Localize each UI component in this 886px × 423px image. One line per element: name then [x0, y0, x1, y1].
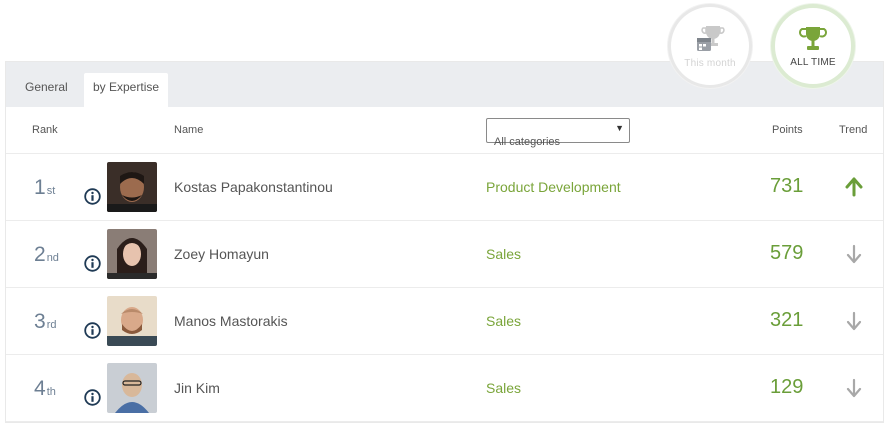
trophy-calendar-icon — [697, 25, 725, 51]
arrow-up-icon — [845, 177, 863, 197]
category-select-value: All categories — [494, 136, 561, 148]
user-category: Product Development — [486, 179, 621, 195]
info-icon[interactable] — [84, 188, 101, 205]
arrow-down-icon — [846, 311, 862, 331]
arrow-down-icon — [846, 244, 862, 264]
table-row: 4th Jin Kim Sales 129 — [6, 355, 883, 422]
rank-value: 1st — [34, 176, 56, 199]
info-icon[interactable] — [84, 255, 101, 272]
this-month-label: This month — [684, 57, 736, 69]
all-time-button[interactable]: ALL TIME — [771, 4, 855, 88]
points-value: 579 — [770, 242, 804, 264]
user-name[interactable]: Manos Mastorakis — [174, 313, 288, 329]
tab-bar: General by Expertise — [6, 62, 883, 107]
rank-column-header: Rank — [32, 124, 58, 136]
trophy-icon — [799, 26, 827, 50]
user-name[interactable]: Zoey Homayun — [174, 246, 269, 262]
table-row: 1st Kostas Papakonstantinou Product Deve… — [6, 154, 883, 221]
user-name[interactable]: Kostas Papakonstantinou — [174, 179, 333, 195]
rank-value: 3rd — [34, 310, 57, 333]
category-select[interactable]: All categories ▼ — [486, 118, 630, 148]
all-time-label: ALL TIME — [790, 56, 836, 68]
points-value: 321 — [770, 309, 804, 331]
user-category: Sales — [486, 246, 522, 262]
user-category: Sales — [486, 380, 522, 396]
leaderboard-panel: General by Expertise Rank Name All categ… — [5, 61, 884, 423]
points-column-header: Points — [772, 124, 803, 136]
points-value: 731 — [770, 175, 804, 197]
rank-value: 2nd — [34, 243, 59, 266]
table-row: 2nd Zoey Homayun Sales 579 — [6, 221, 883, 288]
info-icon[interactable] — [84, 389, 101, 406]
caret-down-icon: ▼ — [615, 123, 624, 133]
tab-general[interactable]: General — [16, 73, 77, 107]
arrow-down-icon — [846, 378, 862, 398]
user-name[interactable]: Jin Kim — [174, 380, 220, 396]
avatar — [107, 296, 157, 346]
table-row: 3rd Manos Mastorakis Sales 321 — [6, 288, 883, 355]
avatar — [107, 229, 157, 279]
points-value: 129 — [770, 376, 804, 398]
rank-value: 4th — [34, 377, 56, 400]
table-header: Rank Name All categories ▼ Points Trend — [6, 107, 883, 154]
user-category: Sales — [486, 313, 522, 329]
avatar — [107, 162, 157, 212]
tab-by-expertise[interactable]: by Expertise — [84, 73, 169, 107]
trend-column-header: Trend — [839, 124, 868, 136]
avatar — [107, 363, 157, 413]
name-column-header: Name — [174, 124, 204, 136]
info-icon[interactable] — [84, 322, 101, 339]
this-month-button[interactable]: This month — [668, 4, 752, 88]
